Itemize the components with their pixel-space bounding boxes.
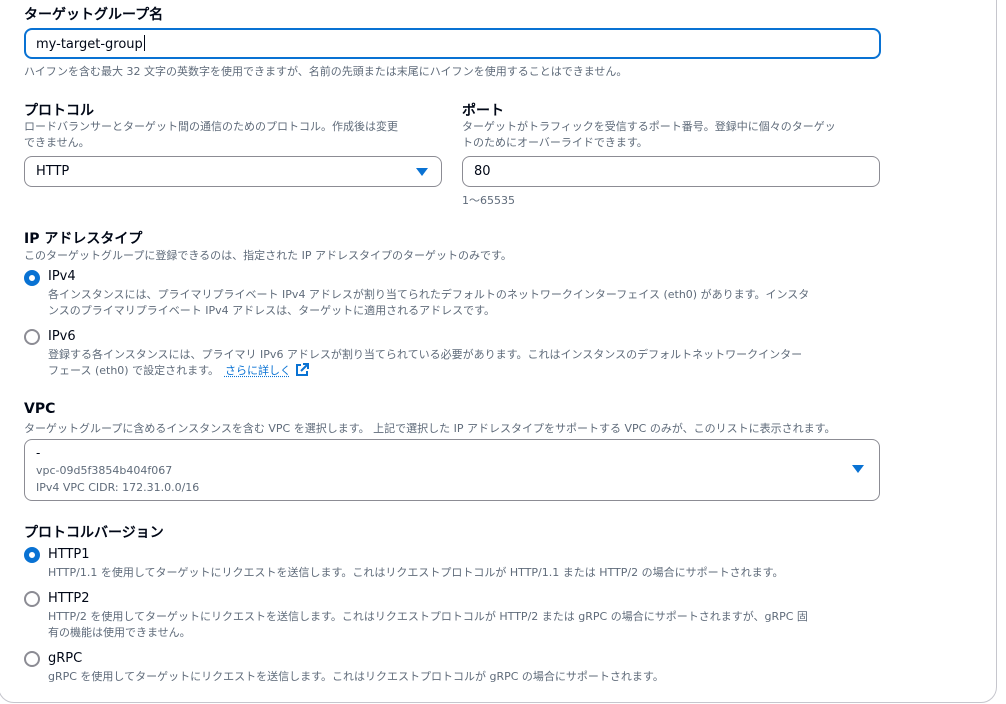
ip-address-type-description: このターゲットグループに登録できるのは、指定された IP アドレスタイプのターゲ… (24, 249, 512, 262)
ip-address-type-label: IP アドレスタイプ (24, 231, 143, 247)
port-range-hint: 1〜65535 (462, 194, 515, 207)
port-description: ターゲットがトラフィックを受信するポート番号。登録中に個々のターゲッ トのために… (462, 120, 836, 149)
http2-description: HTTP/2 を使用してターゲットにリクエストを送信します。これはリクエストプロ… (48, 610, 808, 639)
protocol-select-value: HTTP (36, 164, 70, 179)
protocol-version-label: プロトコルバージョン (24, 525, 164, 541)
ipv6-description: 登録する各インスタンスには、プライマリ IPv6 アドレスが割り当てられている必… (48, 348, 803, 377)
ipv6-radio[interactable] (24, 329, 40, 345)
protocol-label: プロトコル (24, 103, 94, 119)
http1-description: HTTP/1.1 を使用してターゲットにリクエストを送信します。これはリクエスト… (48, 566, 784, 579)
vpc-select[interactable]: - vpc-09d5f3854b404f067 IPv4 VPC CIDR: 1… (24, 439, 880, 501)
external-link-icon[interactable] (295, 363, 309, 377)
protocol-select[interactable]: HTTP (24, 156, 442, 187)
vpc-select-name: - (36, 446, 41, 460)
port-label: ポート (462, 103, 504, 119)
grpc-description: gRPC を使用してターゲットにリクエストを送信します。これはリクエストプロトコ… (48, 670, 664, 683)
protocol-description: ロードバランサーとターゲット間の通信のためのプロトコル。作成後は変更 できません… (24, 120, 398, 149)
http1-radio[interactable] (24, 547, 40, 563)
target-group-name-label: ターゲットグループ名 (24, 7, 164, 23)
caret-down-icon (416, 168, 428, 176)
ipv4-description: 各インスタンスには、プライマリプライベート IPv4 アドレスが割り当てられたデ… (48, 288, 810, 317)
port-input[interactable]: 80 (462, 156, 880, 187)
learn-more-link[interactable]: さらに詳しく (225, 364, 291, 377)
target-group-name-hint: ハイフンを含む最大 32 文字の英数字を使用できますが、名前の先頭または末尾にハ… (24, 65, 628, 78)
vpc-label: VPC (24, 401, 56, 417)
vpc-select-id: vpc-09d5f3854b404f067 (36, 464, 173, 477)
grpc-radio-label[interactable]: gRPC (48, 651, 82, 666)
ipv4-radio[interactable] (24, 270, 40, 286)
vpc-description: ターゲットグループに含めるインスタンスを含む VPC を選択します。 上記で選択… (24, 422, 836, 435)
target-group-name-value: my-target-group (36, 37, 143, 52)
vpc-select-cidr: IPv4 VPC CIDR: 172.31.0.0/16 (36, 481, 200, 494)
target-group-name-input[interactable]: my-target-group (24, 28, 881, 59)
grpc-radio[interactable] (24, 651, 40, 667)
text-cursor (143, 35, 145, 51)
ipv4-radio-label[interactable]: IPv4 (48, 269, 76, 284)
ipv6-radio-label[interactable]: IPv6 (48, 329, 76, 344)
http2-radio[interactable] (24, 591, 40, 607)
caret-down-icon (852, 465, 864, 473)
http2-radio-label[interactable]: HTTP2 (48, 591, 90, 606)
http1-radio-label[interactable]: HTTP1 (48, 547, 90, 562)
port-input-value: 80 (474, 164, 491, 179)
